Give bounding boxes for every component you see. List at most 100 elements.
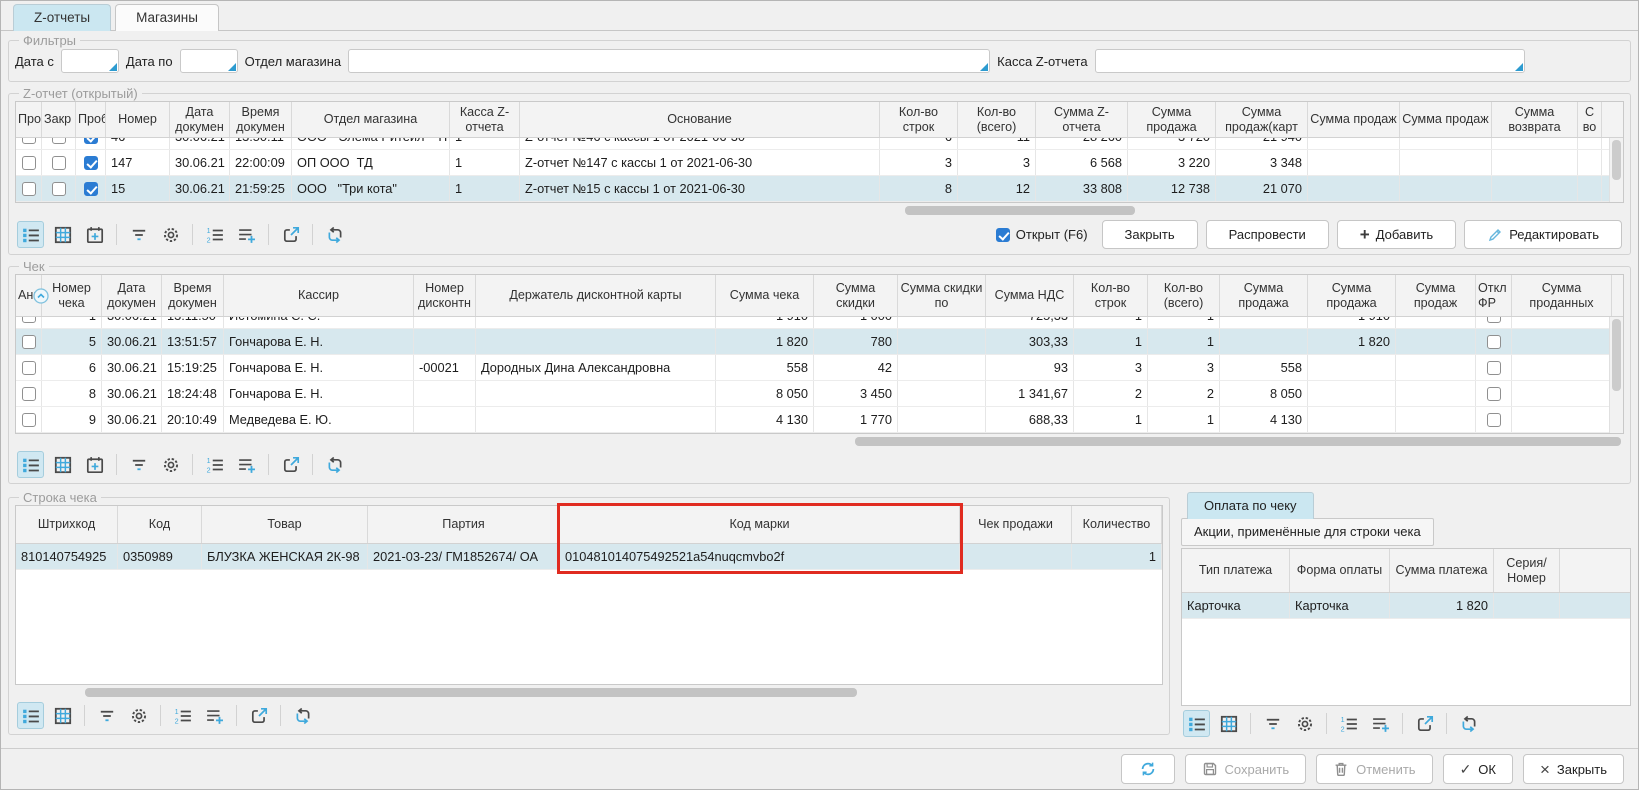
tab-promotions-for-check-line[interactable]: Акции, применённые для строки чека [1181, 518, 1434, 546]
horizontal-scrollbar-thumb[interactable] [85, 688, 857, 697]
tab-z-reports[interactable]: Z-отчеты [13, 4, 111, 31]
external-link-icon[interactable] [245, 702, 272, 729]
vertical-scrollbar-thumb[interactable] [1612, 140, 1621, 180]
date-from-input[interactable] [61, 49, 119, 73]
column-header[interactable]: С во [1578, 102, 1602, 137]
add-list-icon[interactable] [201, 702, 228, 729]
column-header[interactable]: Сумма проданных [1512, 275, 1612, 316]
column-header[interactable]: Сумма Z-отчета [1036, 102, 1128, 137]
column-header[interactable]: Номер чека [42, 275, 102, 316]
row-checkbox[interactable] [52, 156, 66, 170]
column-header[interactable]: Дата докумен [170, 102, 230, 137]
column-header[interactable]: Кассир [224, 275, 414, 316]
column-header[interactable]: Пров [16, 102, 42, 137]
grid-icon[interactable] [49, 451, 76, 478]
sort-ascending-icon[interactable] [33, 288, 49, 304]
table-row[interactable]: 930.06.2120:10:49Медведева Е. Ю.4 1301 7… [16, 407, 1623, 433]
column-header[interactable]: Кол-во (всего) [1148, 275, 1220, 316]
list-view-icon[interactable] [17, 451, 44, 478]
row-checkbox[interactable] [1487, 413, 1501, 427]
column-header[interactable]: Сумма продаж(карт [1216, 102, 1308, 137]
external-link-icon[interactable] [277, 221, 304, 248]
refresh-loop-icon[interactable] [321, 221, 348, 248]
edit-button[interactable]: Редактировать [1464, 220, 1622, 249]
filter-icon[interactable] [125, 221, 152, 248]
open-f6-checkbox[interactable]: Открыт (F6) [996, 227, 1088, 242]
store-dept-input[interactable] [348, 49, 990, 73]
table-row[interactable]: 1530.06.2121:59:25ООО "Три кота"1Z-отчет… [16, 176, 1623, 202]
close-zreport-button[interactable]: Закрыть [1102, 220, 1198, 249]
calendar-icon[interactable] [81, 451, 108, 478]
column-header[interactable]: Сумма продаж [1400, 102, 1492, 137]
column-header[interactable]: Сумма платежа [1390, 549, 1494, 592]
column-header[interactable]: Сумма продажа [1128, 102, 1216, 137]
tab-stores[interactable]: Магазины [115, 4, 219, 31]
column-header[interactable]: Сумма продажа [1308, 275, 1396, 316]
filter-icon[interactable] [1259, 710, 1286, 737]
row-checkbox[interactable] [84, 138, 98, 144]
column-header[interactable]: Партия [368, 506, 560, 543]
column-header[interactable]: Держатель дисконтной карты [476, 275, 716, 316]
row-checkbox[interactable] [1487, 335, 1501, 349]
list-view-icon[interactable] [17, 702, 44, 729]
numbered-list-icon[interactable]: 12 [1335, 710, 1362, 737]
grid-icon[interactable] [49, 702, 76, 729]
table-row[interactable]: 630.06.2115:19:25Гончарова Е. Н.-00021До… [16, 355, 1623, 381]
column-header[interactable]: Номер [106, 102, 170, 137]
table-row[interactable]: 4630.06.2113:50:11ООО "Элема Ритейл" ТП1… [16, 138, 1623, 150]
column-header[interactable]: Кол-во строк [880, 102, 958, 137]
table-row[interactable]: 130.06.2113:11:50Истомина С. С.1 9101 00… [16, 317, 1623, 329]
table-row[interactable]: 530.06.2113:51:57Гончарова Е. Н.1 820780… [16, 329, 1623, 355]
calendar-icon[interactable] [81, 221, 108, 248]
external-link-icon[interactable] [277, 451, 304, 478]
gear-icon[interactable] [157, 221, 184, 248]
row-checkbox[interactable] [22, 387, 36, 401]
add-button[interactable]: +Добавить [1337, 220, 1456, 249]
column-header[interactable]: Чек продажи [960, 506, 1072, 543]
row-checkbox[interactable] [52, 182, 66, 196]
row-checkbox[interactable] [22, 182, 36, 196]
table-row[interactable]: КарточкаКарточка1 820 [1182, 593, 1630, 619]
column-header[interactable]: Дата докумен [102, 275, 162, 316]
column-header[interactable]: Кол-во строк [1074, 275, 1148, 316]
column-header[interactable]: Номер дисконтн [414, 275, 476, 316]
horizontal-scrollbar-thumb[interactable] [855, 437, 1621, 446]
column-header[interactable]: Сумма продажа [1220, 275, 1308, 316]
date-to-input[interactable] [180, 49, 238, 73]
list-view-icon[interactable] [1183, 710, 1210, 737]
column-header[interactable]: Проб [76, 102, 106, 137]
column-header[interactable]: Время докумен [162, 275, 224, 316]
refresh-button[interactable] [1121, 754, 1175, 784]
row-checkbox[interactable] [22, 156, 36, 170]
column-header[interactable]: Сумма чека [716, 275, 814, 316]
filter-icon[interactable] [125, 451, 152, 478]
column-header[interactable]: Кол-во (всего) [958, 102, 1036, 137]
row-checkbox[interactable] [84, 182, 98, 196]
row-checkbox[interactable] [1487, 317, 1501, 323]
numbered-list-icon[interactable]: 12 [201, 221, 228, 248]
vertical-scrollbar[interactable] [1609, 138, 1623, 202]
column-header[interactable]: Сумма продаж [1396, 275, 1476, 316]
column-header[interactable]: Отдел магазина [292, 102, 450, 137]
column-header[interactable]: Сумма НДС [986, 275, 1074, 316]
grid-icon[interactable] [1215, 710, 1242, 737]
column-header[interactable]: Тип платежа [1182, 549, 1290, 592]
numbered-list-icon[interactable]: 12 [201, 451, 228, 478]
column-header[interactable]: Серия/ Номер [1494, 549, 1560, 592]
row-checkbox[interactable] [22, 413, 36, 427]
refresh-loop-icon[interactable] [289, 702, 316, 729]
add-list-icon[interactable] [233, 451, 260, 478]
check-hscrollbar[interactable] [15, 436, 1624, 447]
column-header[interactable]: Сумма скидки [814, 275, 898, 316]
add-list-icon[interactable] [1367, 710, 1394, 737]
column-header[interactable]: Штрихкод [16, 506, 118, 543]
unpost-button[interactable]: Распровести [1206, 220, 1329, 249]
row-checkbox[interactable] [1487, 361, 1501, 375]
row-checkbox[interactable] [84, 156, 98, 170]
zreport-hscrollbar[interactable] [15, 205, 1624, 216]
row-checkbox[interactable] [22, 138, 36, 144]
vertical-scrollbar[interactable] [1609, 317, 1623, 433]
cash-register-input[interactable] [1095, 49, 1525, 73]
refresh-loop-icon[interactable] [321, 451, 348, 478]
row-checkbox[interactable] [52, 138, 66, 144]
